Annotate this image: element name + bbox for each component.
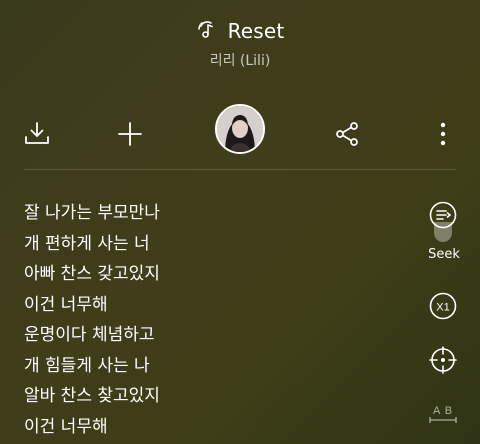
share-button[interactable] xyxy=(333,120,361,148)
add-icon xyxy=(118,122,142,146)
lyric-line[interactable]: 운명이다 체념하고 xyxy=(24,320,384,351)
divider xyxy=(24,169,456,170)
locate-button[interactable] xyxy=(429,346,457,374)
download-button[interactable] xyxy=(22,118,52,148)
lyric-line[interactable]: 개 힘들게 사는 나 xyxy=(24,351,384,382)
more-vertical-icon xyxy=(440,122,446,146)
seek-label: Seek xyxy=(428,247,460,262)
translate-label: A B xyxy=(433,405,453,417)
action-bar xyxy=(0,104,480,160)
lyric-line[interactable]: 이건 너무해 xyxy=(24,290,384,321)
music-note-icon xyxy=(196,18,218,44)
share-icon xyxy=(336,122,358,146)
speed-button[interactable]: X1 xyxy=(429,292,457,320)
add-button[interactable] xyxy=(116,120,144,148)
crosshair-icon xyxy=(429,346,457,374)
artist-avatar[interactable] xyxy=(215,104,265,154)
lyric-line[interactable]: 알바 찬스 찾고있지 xyxy=(24,381,384,412)
more-button[interactable] xyxy=(432,120,454,148)
lyric-line[interactable]: 아빠 찬스 갖고있지 xyxy=(24,259,384,290)
lyric-line[interactable]: 개 편하게 사는 너 xyxy=(24,229,384,260)
lyrics-panel[interactable]: 잘 나가는 부모만나 개 편하게 사는 너 아빠 찬스 갖고있지 이건 너무해 … xyxy=(24,198,384,442)
song-title: Reset xyxy=(227,19,285,43)
lyric-line[interactable]: 잘 나가는 부모만나 xyxy=(24,198,384,229)
speed-label: X1 xyxy=(436,302,449,314)
translate-icon: A B xyxy=(429,405,457,423)
artist-name[interactable]: 리리 (Lili) xyxy=(0,50,480,70)
speed-icon: X1 xyxy=(429,292,457,320)
song-header: Reset xyxy=(0,16,480,46)
seek-toggle[interactable] xyxy=(434,222,452,242)
download-icon xyxy=(25,122,49,144)
translate-button[interactable]: A B xyxy=(427,402,459,426)
lyric-line[interactable]: 이건 너무해 xyxy=(24,412,384,443)
